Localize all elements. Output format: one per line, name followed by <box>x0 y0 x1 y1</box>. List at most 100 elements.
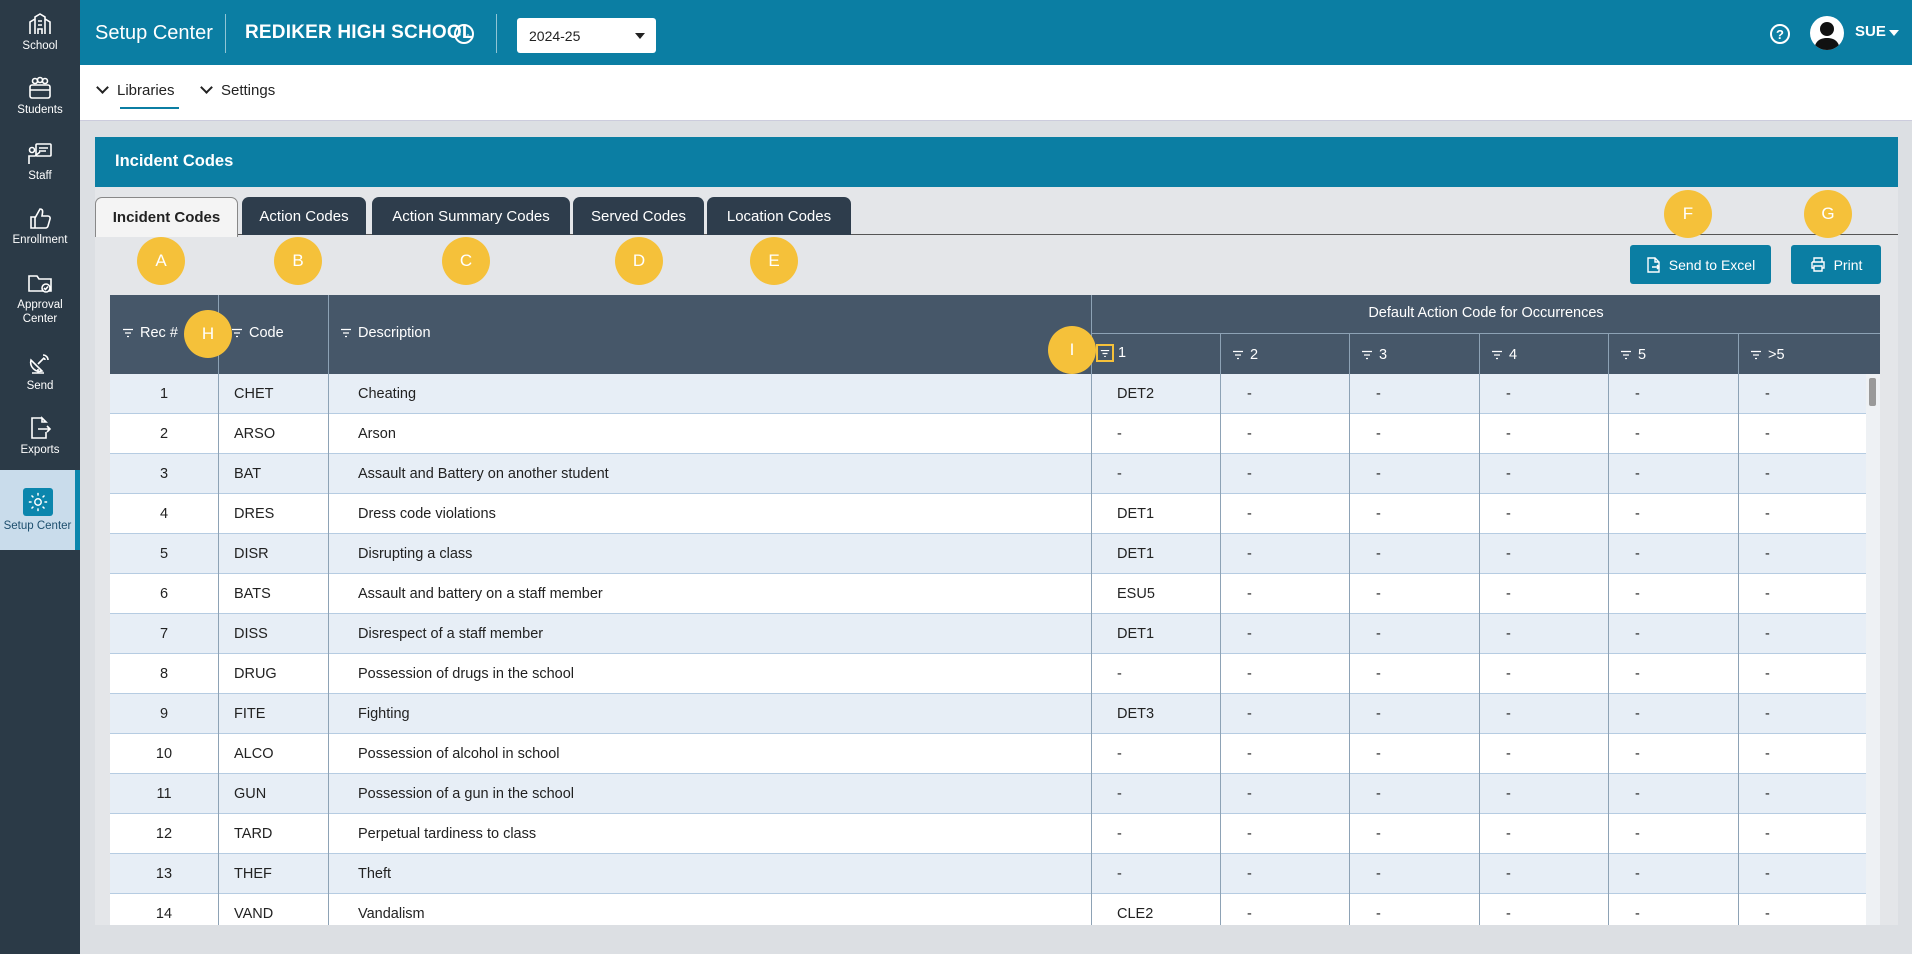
cell-o1: - <box>1117 786 1122 802</box>
column-header-occ-3[interactable]: 3 <box>1361 347 1387 363</box>
user-name[interactable]: SUE <box>1855 23 1886 40</box>
rail-item-school[interactable]: School <box>0 0 80 64</box>
table-row[interactable]: 10 ALCO Possession of alcohol in school - - -… <box>110 734 1866 774</box>
send-to-excel-button[interactable]: Send to Excel <box>1630 245 1771 284</box>
rail-item-exports[interactable]: Exports <box>0 404 80 468</box>
cell-o1: - <box>1117 466 1122 482</box>
cell-o3: - <box>1376 506 1381 522</box>
rail-item-send[interactable]: Send <box>0 340 80 404</box>
scrollbar-thumb[interactable] <box>1869 378 1876 406</box>
school-year-select[interactable]: 2024-25 <box>517 18 656 53</box>
table-row[interactable]: 8 DRUG Possession of drugs in the school - -… <box>110 654 1866 694</box>
column-header-label: 3 <box>1379 347 1388 363</box>
column-header-occ-4[interactable]: 4 <box>1491 347 1517 363</box>
table-row[interactable]: 4 DRES Dress code violations DET1 - - - - - <box>110 494 1866 534</box>
filter-icon[interactable] <box>340 328 352 338</box>
cell-rec: 1 <box>159 386 169 402</box>
cell-o3: - <box>1376 746 1381 762</box>
cell-rec: 7 <box>159 626 169 642</box>
tab-action-summary-codes[interactable]: Action Summary Codes <box>372 197 570 235</box>
filter-icon[interactable] <box>1750 350 1762 360</box>
table-row[interactable]: 6 BATS Assault and battery on a staff memb… <box>110 574 1866 614</box>
tab-served-codes[interactable]: Served Codes <box>573 197 704 235</box>
cell-o5: - <box>1635 426 1640 442</box>
column-header-description[interactable]: Description <box>340 325 431 341</box>
active-nav-indicator <box>120 107 179 109</box>
tab-location-codes[interactable]: Location Codes <box>707 197 851 235</box>
table-row[interactable]: 12 TARD Perpetual tardiness to class - - - - - - <box>110 814 1866 854</box>
table-row[interactable]: 9 FITE Fighting DET3 - - - - - <box>110 694 1866 734</box>
cell-code: FITE <box>234 706 266 722</box>
cell-o2: - <box>1247 666 1252 682</box>
nav-libraries[interactable]: Libraries <box>96 81 175 99</box>
filter-icon[interactable] <box>1232 350 1244 360</box>
school-icon <box>29 12 51 34</box>
cell-o5: - <box>1635 906 1640 922</box>
table-row[interactable]: 13 THEF Theft - - - - - - <box>110 854 1866 894</box>
table-scrollbar[interactable] <box>1866 374 1880 925</box>
more-options-icon[interactable]: ··· <box>454 24 474 44</box>
table-row[interactable]: 2 ARSO Arson - - - - - - <box>110 414 1866 454</box>
column-header-label: Rec # <box>140 325 178 341</box>
filter-icon[interactable] <box>1361 350 1373 360</box>
cell-o4: - <box>1506 546 1511 562</box>
rail-item-setup-center[interactable]: Setup Center <box>0 470 80 550</box>
rail-label: Setup Center <box>3 519 72 532</box>
cell-o2: - <box>1247 586 1252 602</box>
filter-icon[interactable] <box>1620 350 1632 360</box>
filter-icon[interactable] <box>1491 350 1503 360</box>
rail-label: Staff <box>28 169 52 182</box>
column-header-occ-1[interactable]: 1 <box>1096 344 1126 362</box>
table-row[interactable]: 5 DISR Disrupting a class DET1 - - - - - <box>110 534 1866 574</box>
tab-bar: Incident Codes Action Codes Action Summa… <box>95 197 1898 237</box>
cell-o2: - <box>1247 506 1252 522</box>
tab-action-codes[interactable]: Action Codes <box>242 197 366 235</box>
filter-icon[interactable] <box>231 328 243 338</box>
cell-desc: Disrespect of a staff member <box>358 626 544 642</box>
cell-rec: 11 <box>156 786 172 802</box>
folder-check-icon <box>28 274 52 293</box>
avatar[interactable] <box>1810 16 1844 50</box>
table-row[interactable]: 11 GUN Possession of a gun in the school - -… <box>110 774 1866 814</box>
column-header-label: 1 <box>1118 345 1127 361</box>
print-button[interactable]: Print <box>1791 245 1881 284</box>
table-row[interactable]: 7 DISS Disrespect of a staff member DET1 - - -… <box>110 614 1866 654</box>
cell-code: DRES <box>234 506 275 522</box>
panel-title: Incident Codes <box>95 137 1898 187</box>
column-header-occ-2[interactable]: 2 <box>1232 347 1258 363</box>
chevron-down-icon[interactable] <box>1889 30 1899 36</box>
table-row[interactable]: 14 VAND Vandalism CLE2 - - - - - <box>110 894 1866 925</box>
cell-o1: - <box>1117 746 1122 762</box>
filter-icon[interactable] <box>122 328 134 338</box>
table-row[interactable]: 3 BAT Assault and Battery on another stude… <box>110 454 1866 494</box>
cell-rec: 10 <box>155 746 173 762</box>
table-row[interactable]: 1 CHET Cheating DET2 - - - - - <box>110 374 1866 414</box>
help-icon[interactable]: ? <box>1770 24 1790 44</box>
tab-incident-codes[interactable]: Incident Codes <box>95 197 238 237</box>
column-divider <box>328 295 329 925</box>
callout-f: F <box>1664 190 1712 238</box>
cell-o4: - <box>1506 426 1511 442</box>
filter-icon[interactable] <box>1096 344 1114 362</box>
column-header-occ-more[interactable]: >5 <box>1750 347 1785 363</box>
cell-code: ALCO <box>234 746 274 762</box>
rail-item-students[interactable]: Students <box>0 64 80 128</box>
cell-o5: - <box>1635 506 1640 522</box>
column-header-code[interactable]: Code <box>231 325 284 341</box>
cell-o3: - <box>1376 666 1381 682</box>
rail-item-staff[interactable]: Staff <box>0 130 80 194</box>
cell-o6: - <box>1765 586 1770 602</box>
user-silhouette-icon <box>1814 22 1840 50</box>
satellite-icon <box>29 353 49 374</box>
cell-desc: Disrupting a class <box>358 546 473 562</box>
school-name[interactable]: REDIKER HIGH SCHOOL <box>245 22 474 44</box>
rail-item-enrollment[interactable]: Enrollment <box>0 194 80 258</box>
cell-code: BATS <box>234 586 271 602</box>
cell-o2: - <box>1247 746 1252 762</box>
print-label: Print <box>1833 256 1863 273</box>
rail-item-approval-center[interactable]: Approval Center <box>0 262 80 334</box>
column-header-occ-5[interactable]: 5 <box>1620 347 1646 363</box>
nav-settings[interactable]: Settings <box>200 81 275 99</box>
cell-code: VAND <box>234 906 274 922</box>
column-header-rec[interactable]: Rec # <box>122 325 178 341</box>
